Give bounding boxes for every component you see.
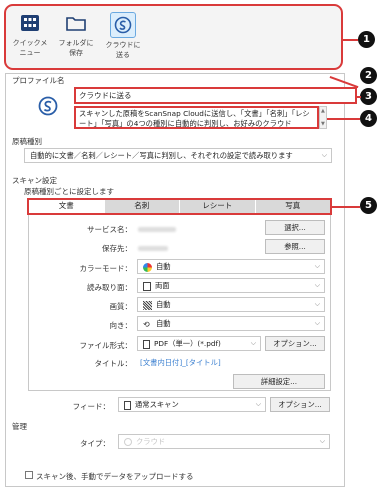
title-label: タイトル： (94, 359, 133, 368)
profile-icon (37, 95, 62, 120)
chevron-down-icon: ⌵ (319, 437, 325, 445)
chevron-down-icon: ⌵ (321, 151, 327, 159)
save-to-folder-label: フォルダに 保存 (58, 39, 94, 57)
scroll-down-arrow-icon[interactable]: ▼ (321, 121, 325, 127)
scan-side-value: 両面 (155, 281, 170, 290)
document-type-tabs: 文書 名刺 レシート 写真 (27, 198, 332, 215)
cloud-type-icon (124, 438, 132, 446)
callout-connector (343, 39, 358, 41)
scan-side-select[interactable]: 両面 ⌵ (137, 278, 325, 293)
service-name-label: サービス名： (87, 225, 132, 234)
send-to-cloud-label: クラウドに 送る (105, 41, 141, 59)
scan-settings-sub-label: 原稿種別ごとに設定します (24, 187, 114, 196)
callout-1: 1 (358, 31, 375, 48)
feed-select[interactable]: 通常スキャン ⌵ (118, 397, 266, 412)
send-to-cloud-button[interactable]: クラウドに 送る (102, 12, 144, 60)
chevron-down-icon: ⌵ (314, 300, 320, 308)
orientation-value: 自動 (156, 319, 171, 328)
file-format-label: ファイル形式： (79, 341, 133, 350)
manual-upload-checkbox[interactable] (25, 471, 33, 479)
pdf-file-icon (143, 339, 150, 349)
quick-menu-label: クイックメ ニュー (12, 39, 48, 57)
color-mode-value: 自動 (156, 262, 171, 271)
document-icon (124, 400, 131, 410)
service-name-value (138, 227, 176, 232)
orientation-label: 向き： (109, 321, 133, 330)
color-mode-select[interactable]: 自動 ⌵ (137, 259, 325, 274)
image-quality-select[interactable]: 自動 ⌵ (137, 297, 325, 312)
scansnap-cloud-icon (110, 12, 136, 38)
tab-document[interactable]: 文書 (29, 200, 105, 213)
file-format-options-button[interactable]: オプション... (265, 336, 325, 351)
doc-type-label: 原稿種別 (12, 137, 42, 146)
callout-connector (357, 96, 361, 98)
scroll-up-arrow-icon[interactable]: ▲ (321, 108, 325, 114)
type-value: クラウド (136, 437, 166, 446)
callout-3: 3 (360, 88, 377, 105)
quick-menu-button[interactable]: クイックメ ニュー (9, 12, 51, 58)
profile-name-label: プロファイル名 (12, 76, 65, 85)
feed-label: フィード： (72, 402, 110, 411)
manual-upload-label: スキャン後、手動でデータをアップロードする (36, 472, 194, 481)
callout-4: 4 (360, 110, 377, 127)
management-label: 管理 (12, 422, 27, 431)
image-quality-value: 自動 (156, 300, 171, 309)
callout-5: 5 (360, 197, 377, 214)
folder-icon (66, 17, 86, 31)
quality-grid-icon (143, 300, 152, 310)
save-to-label: 保存先： (102, 244, 132, 253)
save-to-value (138, 246, 168, 251)
file-format-value: PDF（単一）(*.pdf) (154, 339, 221, 348)
detail-settings-button[interactable]: 詳細設定... (233, 374, 325, 389)
scan-side-label: 読み取り面： (87, 283, 132, 292)
color-mode-label: カラーモード： (79, 264, 133, 273)
select-service-button[interactable]: 選択... (265, 220, 325, 235)
callout-connector (327, 118, 360, 120)
save-to-folder-button[interactable]: フォルダに 保存 (55, 12, 97, 58)
tab-receipt[interactable]: レシート (180, 200, 256, 213)
duplex-icon (143, 281, 151, 291)
feed-options-button[interactable]: オプション... (270, 397, 330, 412)
title-format-link[interactable]: [文書内日付]_[タイトル] (140, 358, 221, 368)
chevron-down-icon: ⌵ (314, 319, 320, 327)
feed-value: 通常スキャン (135, 400, 179, 409)
rotate-icon: ⟲ (143, 319, 150, 329)
browse-button[interactable]: 参照... (265, 239, 325, 254)
file-format-select[interactable]: PDF（単一）(*.pdf) ⌵ (137, 336, 261, 351)
callout-connector (332, 206, 360, 208)
tab-business-card[interactable]: 名刺 (104, 200, 180, 213)
image-quality-label: 画質： (109, 302, 133, 311)
tab-photo[interactable]: 写真 (255, 200, 330, 213)
scan-settings-label: スキャン設定 (12, 176, 57, 185)
orientation-select[interactable]: ⟲ 自動 ⌵ (137, 316, 325, 331)
profile-description-field[interactable]: スキャンした原稿をScanSnap Cloudに送信し、「文書」「名刺」「レシー… (74, 106, 319, 129)
chevron-down-icon: ⌵ (314, 262, 320, 270)
callout-2: 2 (360, 67, 377, 84)
profile-name-field[interactable]: クラウドに送る (74, 87, 357, 104)
doc-type-value: 自動的に文書／名刺／レシート／写真に判別し、それぞれの設定で読み取ります (30, 151, 293, 160)
description-scrollbar[interactable]: ▲ ▼ (319, 106, 327, 129)
color-wheel-icon (143, 262, 152, 272)
type-label: タイプ： (80, 439, 110, 448)
profile-type-toolbar: クイックメ ニュー フォルダに 保存 クラウドに 送る (4, 4, 343, 70)
chevron-down-icon: ⌵ (250, 339, 256, 347)
chevron-down-icon: ⌵ (255, 400, 261, 408)
chevron-down-icon: ⌵ (314, 281, 320, 289)
type-select[interactable]: クラウド ⌵ (118, 434, 330, 449)
doc-type-select[interactable]: 自動的に文書／名刺／レシート／写真に判別し、それぞれの設定で読み取ります ⌵ (24, 148, 332, 163)
grid-icon (21, 15, 39, 31)
